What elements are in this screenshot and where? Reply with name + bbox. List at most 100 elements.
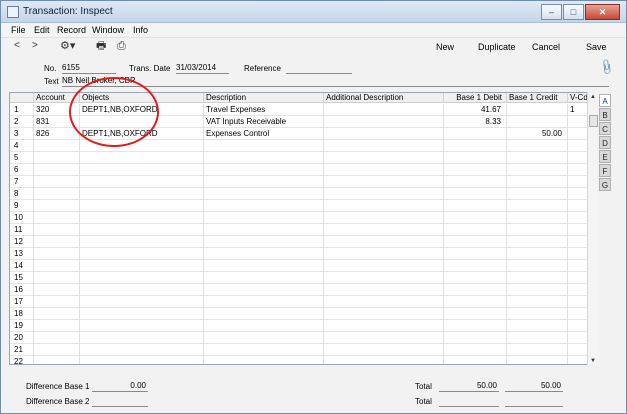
col-base1-debit[interactable]: Base 1 Debit bbox=[444, 93, 507, 103]
base1-debit-cell[interactable] bbox=[444, 308, 507, 320]
base1-debit-cell[interactable] bbox=[444, 140, 507, 152]
table-row[interactable]: 21 bbox=[10, 344, 597, 356]
account-cell[interactable] bbox=[34, 140, 80, 152]
description-cell[interactable] bbox=[204, 164, 324, 176]
objects-cell[interactable] bbox=[80, 284, 204, 296]
description-cell[interactable] bbox=[204, 200, 324, 212]
grid-vertical-scrollbar[interactable]: ▲ ▼ bbox=[587, 92, 599, 365]
menu-file[interactable]: File bbox=[11, 25, 26, 35]
scroll-down-arrow-icon[interactable]: ▼ bbox=[590, 358, 596, 364]
base1-credit-cell[interactable] bbox=[507, 152, 568, 164]
new-button[interactable]: New bbox=[436, 42, 454, 52]
account-cell[interactable] bbox=[34, 164, 80, 176]
objects-cell[interactable] bbox=[80, 164, 204, 176]
additional-description-cell[interactable] bbox=[324, 248, 444, 260]
additional-description-cell[interactable] bbox=[324, 224, 444, 236]
description-cell[interactable] bbox=[204, 212, 324, 224]
table-row[interactable]: 11 bbox=[10, 224, 597, 236]
attachment-paperclip-icon[interactable]: 📎 bbox=[598, 58, 617, 77]
tab-f[interactable]: F bbox=[599, 164, 611, 177]
additional-description-cell[interactable] bbox=[324, 152, 444, 164]
account-cell[interactable] bbox=[34, 344, 80, 356]
base1-debit-cell[interactable] bbox=[444, 164, 507, 176]
tab-c[interactable]: C bbox=[599, 122, 611, 135]
additional-description-cell[interactable] bbox=[324, 320, 444, 332]
table-row[interactable]: 13 bbox=[10, 248, 597, 260]
account-cell[interactable] bbox=[34, 152, 80, 164]
table-row[interactable]: 12 bbox=[10, 236, 597, 248]
objects-cell[interactable] bbox=[80, 332, 204, 344]
additional-description-cell[interactable] bbox=[324, 356, 444, 364]
base1-debit-cell[interactable] bbox=[444, 320, 507, 332]
base1-credit-cell[interactable] bbox=[507, 212, 568, 224]
base1-credit-cell[interactable] bbox=[507, 284, 568, 296]
base1-debit-cell[interactable] bbox=[444, 332, 507, 344]
description-cell[interactable] bbox=[204, 188, 324, 200]
base1-credit-cell[interactable] bbox=[507, 116, 568, 128]
additional-description-cell[interactable] bbox=[324, 116, 444, 128]
additional-description-cell[interactable] bbox=[324, 308, 444, 320]
description-cell[interactable] bbox=[204, 176, 324, 188]
number-field[interactable]: 6155 bbox=[62, 63, 116, 74]
base1-debit-cell[interactable] bbox=[444, 200, 507, 212]
account-cell[interactable] bbox=[34, 200, 80, 212]
base1-debit-cell[interactable] bbox=[444, 284, 507, 296]
scroll-up-arrow-icon[interactable]: ▲ bbox=[590, 94, 596, 100]
account-cell[interactable]: 826 bbox=[34, 128, 80, 140]
tab-a[interactable]: A bbox=[599, 94, 611, 107]
menu-info[interactable]: Info bbox=[133, 25, 148, 35]
tab-d[interactable]: D bbox=[599, 136, 611, 149]
objects-cell[interactable] bbox=[80, 200, 204, 212]
table-row[interactable]: 6 bbox=[10, 164, 597, 176]
description-cell[interactable] bbox=[204, 224, 324, 236]
table-row[interactable]: 14 bbox=[10, 260, 597, 272]
base1-debit-cell[interactable]: 8.33 bbox=[444, 116, 507, 128]
account-cell[interactable] bbox=[34, 272, 80, 284]
base1-debit-cell[interactable] bbox=[444, 176, 507, 188]
base1-credit-cell[interactable] bbox=[507, 320, 568, 332]
account-cell[interactable] bbox=[34, 188, 80, 200]
base1-credit-cell[interactable] bbox=[507, 164, 568, 176]
description-cell[interactable] bbox=[204, 296, 324, 308]
base1-credit-cell[interactable]: 50.00 bbox=[507, 128, 568, 140]
description-cell[interactable] bbox=[204, 356, 324, 364]
print-icon[interactable]: 🖶 bbox=[96, 41, 106, 52]
objects-cell[interactable] bbox=[80, 272, 204, 284]
table-row[interactable]: 16 bbox=[10, 284, 597, 296]
base1-credit-cell[interactable] bbox=[507, 248, 568, 260]
additional-description-cell[interactable] bbox=[324, 236, 444, 248]
objects-cell[interactable] bbox=[80, 296, 204, 308]
base1-debit-cell[interactable] bbox=[444, 344, 507, 356]
menu-record[interactable]: Record bbox=[57, 25, 86, 35]
description-cell[interactable] bbox=[204, 308, 324, 320]
account-cell[interactable] bbox=[34, 260, 80, 272]
description-cell[interactable] bbox=[204, 152, 324, 164]
base1-credit-cell[interactable] bbox=[507, 356, 568, 364]
description-cell[interactable] bbox=[204, 248, 324, 260]
tab-g[interactable]: G bbox=[599, 178, 611, 191]
duplicate-button[interactable]: Duplicate bbox=[478, 42, 516, 52]
previous-record-button[interactable]: < bbox=[14, 40, 20, 51]
base1-credit-cell[interactable] bbox=[507, 272, 568, 284]
table-row[interactable]: 17 bbox=[10, 296, 597, 308]
cancel-button[interactable]: Cancel bbox=[532, 42, 560, 52]
menu-edit[interactable]: Edit bbox=[34, 25, 50, 35]
base1-credit-cell[interactable] bbox=[507, 308, 568, 320]
description-cell[interactable] bbox=[204, 140, 324, 152]
col-additional-description[interactable]: Additional Description bbox=[324, 93, 444, 103]
objects-cell[interactable] bbox=[80, 176, 204, 188]
scroll-thumb[interactable] bbox=[589, 115, 598, 127]
account-cell[interactable] bbox=[34, 320, 80, 332]
settings-gear-icon[interactable]: ⚙▾ bbox=[60, 41, 75, 52]
objects-cell[interactable] bbox=[80, 188, 204, 200]
base1-debit-cell[interactable] bbox=[444, 248, 507, 260]
description-cell[interactable] bbox=[204, 236, 324, 248]
additional-description-cell[interactable] bbox=[324, 212, 444, 224]
objects-cell[interactable] bbox=[80, 224, 204, 236]
tab-b[interactable]: B bbox=[599, 108, 611, 121]
trans-date-field[interactable]: 31/03/2014 bbox=[176, 63, 229, 74]
base1-credit-cell[interactable] bbox=[507, 176, 568, 188]
base1-credit-cell[interactable] bbox=[507, 104, 568, 116]
minimize-button[interactable]: – bbox=[541, 4, 562, 20]
description-cell[interactable] bbox=[204, 320, 324, 332]
